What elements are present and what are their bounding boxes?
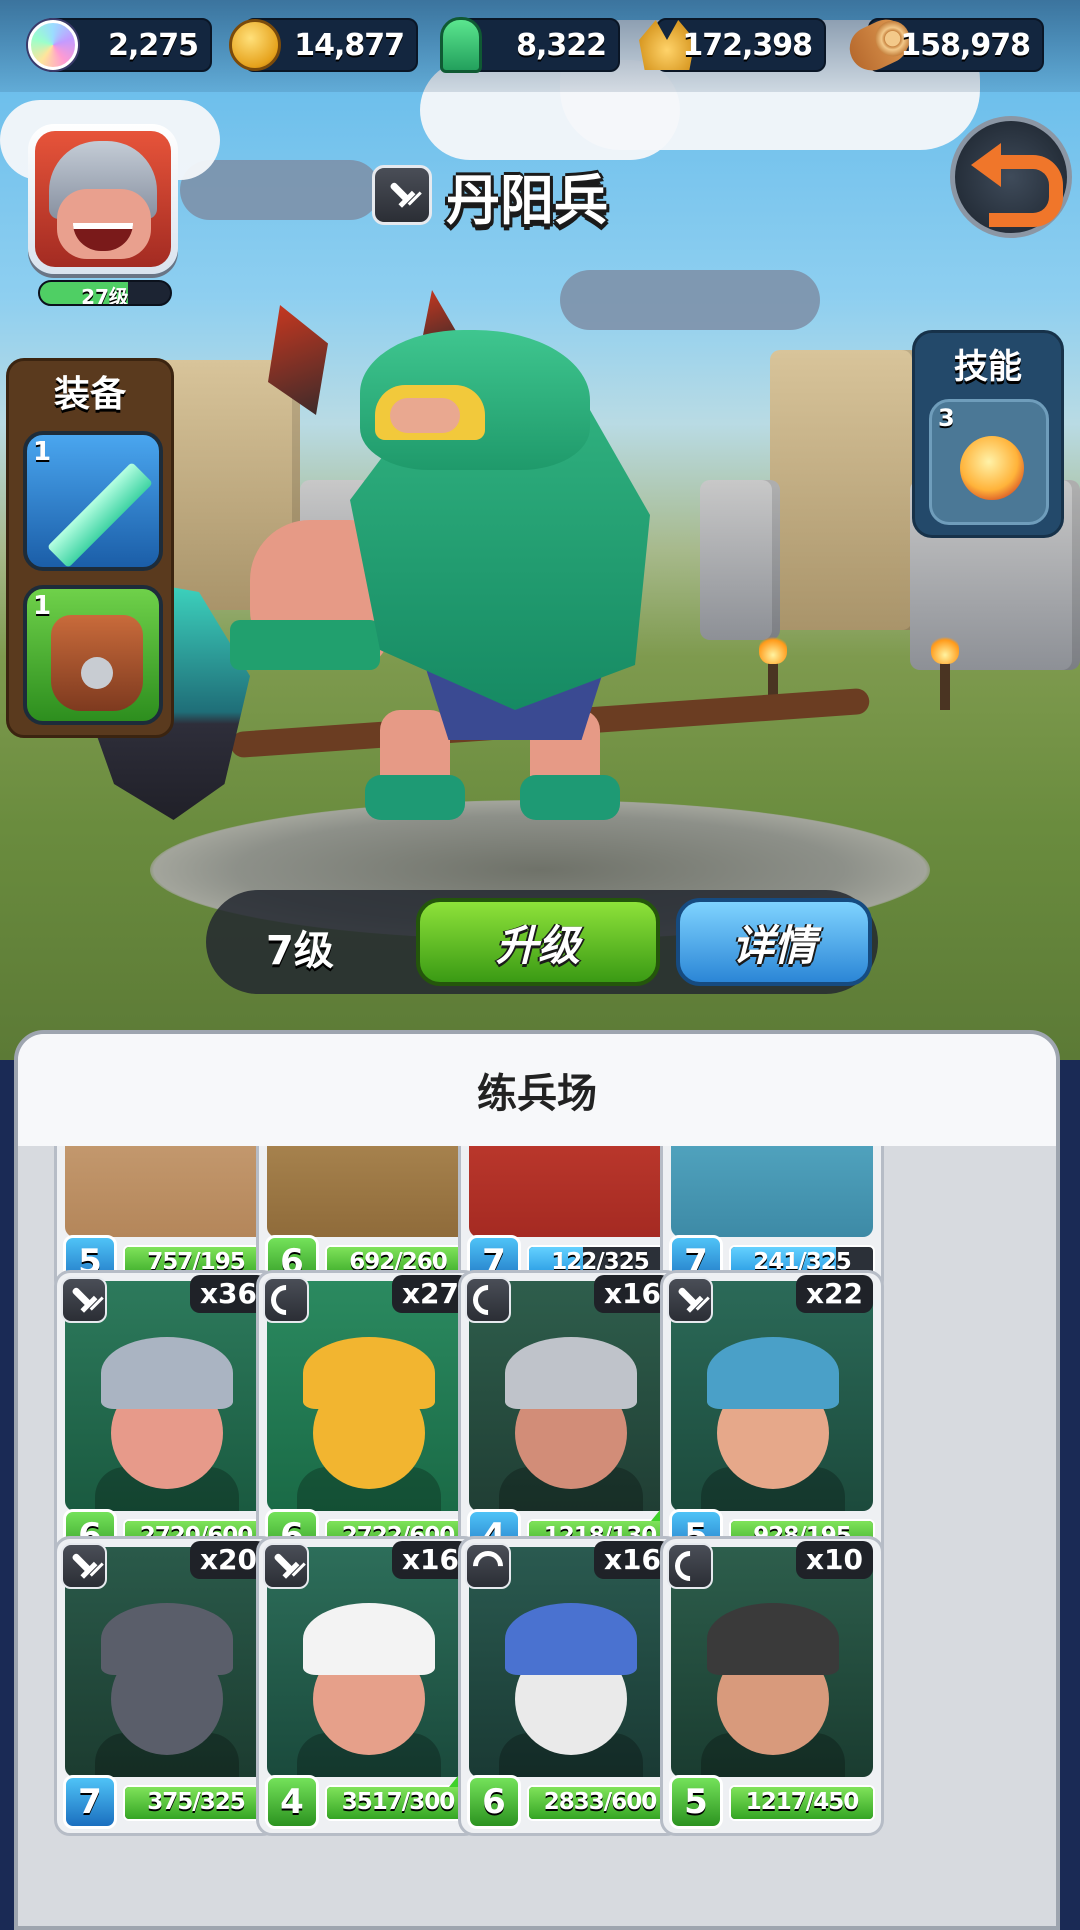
unit-card[interactable]: x3662720/600 [54, 1270, 278, 1570]
resource-value: 14,877 [294, 28, 405, 63]
unit-count-badge: x10 [795, 1541, 873, 1579]
player-level-bar: 27级 [38, 280, 172, 306]
gold-coin-icon [222, 12, 288, 78]
equipment-slot-armor[interactable]: 1 [23, 585, 163, 725]
sword-icon [61, 1543, 107, 1589]
equipment-slot-weapon[interactable]: 1 [23, 431, 163, 571]
equipment-level: 1 [33, 437, 52, 467]
back-arrow-icon [971, 143, 1063, 227]
details-button[interactable]: 详情 [676, 898, 872, 986]
resource-value: 2,275 [108, 28, 199, 63]
sword-icon [263, 1543, 309, 1589]
unit-3d-model [80, 290, 871, 850]
skill-level: 3 [938, 404, 955, 432]
unit-card[interactable]: x16 4 3517/300 [256, 1536, 485, 1836]
unit-level-row: 7级 升级 详情 [206, 890, 878, 994]
jade-sword-icon [46, 461, 154, 567]
skill-panel: 技能 3 [912, 330, 1064, 538]
unit-card[interactable]: x20 7 375/325 [54, 1536, 278, 1836]
bow-icon [263, 1277, 309, 1323]
training-ground-title: 练兵场 [18, 1034, 1056, 1146]
unit-count-badge: x22 [795, 1275, 873, 1313]
unit-portrait [65, 1146, 267, 1237]
resource-bar: 2,275 14,877 8,322 172,398 158,978 [0, 0, 1080, 92]
unit-progress-bar: 1217/450 [729, 1785, 875, 1821]
unit-title: 丹阳兵 [372, 160, 608, 232]
skill-slot[interactable]: 3 [929, 399, 1049, 525]
mage-icon [465, 1543, 511, 1589]
unit-level-badge: 5 [669, 1775, 723, 1829]
resource-gold[interactable]: 14,877 [229, 18, 418, 72]
leather-armor-icon [51, 615, 143, 711]
unit-card[interactable]: x1641218/130 [458, 1270, 687, 1570]
sword-icon [61, 1277, 107, 1323]
unit-progress-text: 375/325 [147, 1789, 245, 1815]
tombstone-icon [428, 12, 494, 78]
resource-wood[interactable]: 158,978 [842, 12, 1044, 78]
resource-value: 158,978 [900, 28, 1031, 63]
unit-portrait [267, 1146, 469, 1237]
unit-card[interactable]: x2762722/600 [256, 1270, 480, 1570]
unit-progress-bar: 2833/600 [527, 1785, 673, 1821]
unit-card[interactable]: x10 5 1217/450 [660, 1536, 884, 1836]
resource-gems[interactable]: 2,275 [28, 18, 212, 72]
resource-tombstone[interactable]: 8,322 [440, 17, 620, 73]
upgrade-button[interactable]: 升级 [416, 898, 660, 986]
unit-progress-text: 1217/450 [745, 1789, 859, 1815]
sword-icon [667, 1277, 713, 1323]
unit-progress-bar: 3517/300 [325, 1785, 471, 1821]
equipment-panel: 装备 1 1 [6, 358, 174, 738]
unit-card-grid[interactable]: 5757/1956692/2607122/3257241/325x3662720… [18, 1146, 1056, 1926]
unit-level-badge: 6 [467, 1775, 521, 1829]
unit-level-badge: 7 [63, 1775, 117, 1829]
unit-progress-text: 3517/300 [341, 1789, 455, 1815]
unit-progress-text: 2833/600 [543, 1789, 657, 1815]
unit-card[interactable]: x16 6 2833/600 [458, 1536, 682, 1836]
unit-progress-bar: 375/325 [123, 1785, 269, 1821]
equipment-level: 1 [33, 591, 52, 621]
fire-skill-icon [960, 436, 1024, 500]
unit-name: 丹阳兵 [446, 168, 608, 232]
skill-title: 技能 [954, 346, 1022, 387]
resource-value: 172,398 [682, 28, 813, 63]
player-avatar[interactable] [28, 124, 178, 274]
back-button[interactable] [950, 116, 1072, 238]
unit-card[interactable]: x225928/195 [660, 1270, 884, 1570]
resource-food[interactable]: 172,398 [639, 18, 826, 72]
training-ground-panel: 练兵场 5757/1956692/2607122/3257241/325x366… [14, 1030, 1060, 1930]
player-level-label: 27级 [81, 285, 129, 306]
sword-icon [372, 165, 432, 225]
unit-level-label: 7级 [266, 928, 334, 974]
equipment-title: 装备 [53, 374, 126, 415]
unit-portrait [671, 1146, 873, 1237]
bow-icon [465, 1277, 511, 1323]
bow-icon [667, 1543, 713, 1589]
resource-value: 8,322 [516, 28, 607, 63]
gem-icon [20, 12, 86, 78]
unit-level-badge: 4 [265, 1775, 319, 1829]
unit-portrait [469, 1146, 671, 1237]
